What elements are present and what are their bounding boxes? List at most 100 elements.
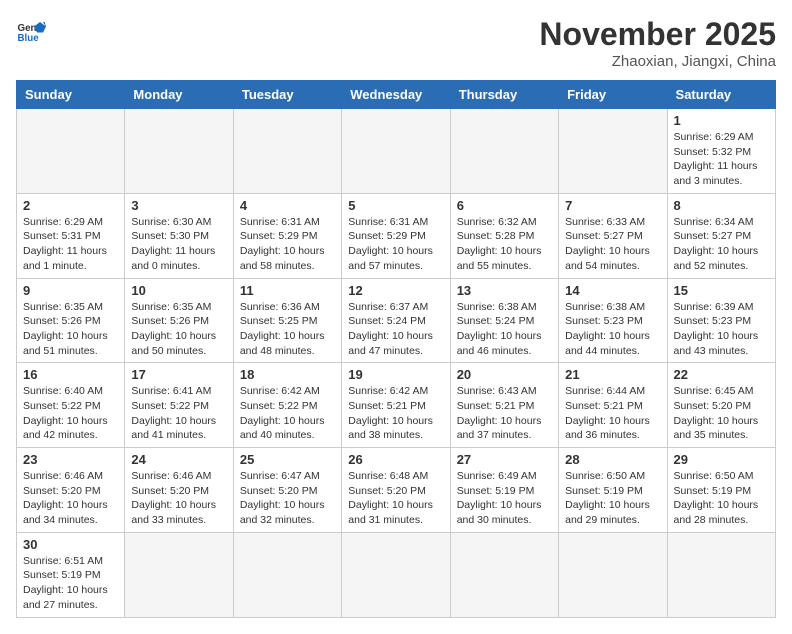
calendar-cell: 18 Sunrise: 6:42 AM Sunset: 5:22 PM Dayli…: [233, 363, 341, 448]
day-info: Sunrise: 6:31 AM Sunset: 5:29 PM Dayligh…: [348, 215, 443, 274]
calendar-cell: 20 Sunrise: 6:43 AM Sunset: 5:21 PM Dayli…: [450, 363, 558, 448]
day-number: 16: [23, 367, 118, 382]
day-info: Sunrise: 6:31 AM Sunset: 5:29 PM Dayligh…: [240, 215, 335, 274]
weekday-header-sunday: Sunday: [17, 81, 125, 109]
calendar-cell: [17, 109, 125, 194]
week-row-3: 9 Sunrise: 6:35 AM Sunset: 5:26 PM Daylig…: [17, 278, 776, 363]
day-number: 5: [348, 198, 443, 213]
day-number: 2: [23, 198, 118, 213]
calendar-cell: 4 Sunrise: 6:31 AM Sunset: 5:29 PM Daylig…: [233, 193, 341, 278]
day-info: Sunrise: 6:47 AM Sunset: 5:20 PM Dayligh…: [240, 469, 335, 528]
logo: General Blue: [16, 16, 46, 46]
day-info: Sunrise: 6:46 AM Sunset: 5:20 PM Dayligh…: [23, 469, 118, 528]
calendar-cell: 17 Sunrise: 6:41 AM Sunset: 5:22 PM Dayli…: [125, 363, 233, 448]
calendar-cell: [125, 532, 233, 617]
weekday-header-wednesday: Wednesday: [342, 81, 450, 109]
week-row-1: 1 Sunrise: 6:29 AM Sunset: 5:32 PM Daylig…: [17, 109, 776, 194]
day-info: Sunrise: 6:44 AM Sunset: 5:21 PM Dayligh…: [565, 384, 660, 443]
day-info: Sunrise: 6:30 AM Sunset: 5:30 PM Dayligh…: [131, 215, 226, 274]
page-header: General Blue November 2025 Zhaoxian, Jia…: [16, 16, 776, 70]
day-number: 12: [348, 283, 443, 298]
day-info: Sunrise: 6:42 AM Sunset: 5:22 PM Dayligh…: [240, 384, 335, 443]
day-number: 23: [23, 452, 118, 467]
logo-icon: General Blue: [16, 16, 46, 46]
calendar-cell: [559, 532, 667, 617]
day-info: Sunrise: 6:51 AM Sunset: 5:19 PM Dayligh…: [23, 554, 118, 613]
day-number: 22: [674, 367, 769, 382]
calendar-cell: [450, 532, 558, 617]
calendar-cell: 16Sunrise: 6:40 AM Sunset: 5:22 PM Dayli…: [17, 363, 125, 448]
calendar-cell: 1 Sunrise: 6:29 AM Sunset: 5:32 PM Daylig…: [667, 109, 775, 194]
day-info: Sunrise: 6:42 AM Sunset: 5:21 PM Dayligh…: [348, 384, 443, 443]
day-number: 25: [240, 452, 335, 467]
day-number: 29: [674, 452, 769, 467]
day-number: 28: [565, 452, 660, 467]
title-area: November 2025 Zhaoxian, Jiangxi, China: [539, 16, 776, 70]
calendar-cell: 14 Sunrise: 6:38 AM Sunset: 5:23 PM Dayli…: [559, 278, 667, 363]
week-row-5: 23 Sunrise: 6:46 AM Sunset: 5:20 PM Dayli…: [17, 448, 776, 533]
calendar-cell: 25 Sunrise: 6:47 AM Sunset: 5:20 PM Dayli…: [233, 448, 341, 533]
day-number: 21: [565, 367, 660, 382]
day-number: 1: [674, 113, 769, 128]
calendar-cell: 27 Sunrise: 6:49 AM Sunset: 5:19 PM Dayli…: [450, 448, 558, 533]
calendar-cell: 24Sunrise: 6:46 AM Sunset: 5:20 PM Dayli…: [125, 448, 233, 533]
day-number: 15: [674, 283, 769, 298]
calendar-cell: [559, 109, 667, 194]
day-info: Sunrise: 6:43 AM Sunset: 5:21 PM Dayligh…: [457, 384, 552, 443]
day-number: 20: [457, 367, 552, 382]
calendar-cell: [125, 109, 233, 194]
calendar-cell: 11 Sunrise: 6:36 AM Sunset: 5:25 PM Dayli…: [233, 278, 341, 363]
day-info: Sunrise: 6:38 AM Sunset: 5:23 PM Dayligh…: [565, 300, 660, 359]
day-info: Sunrise: 6:29 AM Sunset: 5:32 PM Dayligh…: [674, 130, 769, 189]
calendar-table: SundayMondayTuesdayWednesdayThursdayFrid…: [16, 80, 776, 618]
weekday-header-friday: Friday: [559, 81, 667, 109]
calendar-cell: 26 Sunrise: 6:48 AM Sunset: 5:20 PM Dayli…: [342, 448, 450, 533]
day-number: 17: [131, 367, 226, 382]
day-info: Sunrise: 6:49 AM Sunset: 5:19 PM Dayligh…: [457, 469, 552, 528]
day-number: 13: [457, 283, 552, 298]
day-number: 9: [23, 283, 118, 298]
calendar-cell: 9 Sunrise: 6:35 AM Sunset: 5:26 PM Daylig…: [17, 278, 125, 363]
day-info: Sunrise: 6:29 AM Sunset: 5:31 PM Dayligh…: [23, 215, 118, 274]
day-info: Sunrise: 6:35 AM Sunset: 5:26 PM Dayligh…: [23, 300, 118, 359]
week-row-6: 30Sunrise: 6:51 AM Sunset: 5:19 PM Dayli…: [17, 532, 776, 617]
calendar-cell: 13 Sunrise: 6:38 AM Sunset: 5:24 PM Dayli…: [450, 278, 558, 363]
day-number: 14: [565, 283, 660, 298]
week-row-2: 2 Sunrise: 6:29 AM Sunset: 5:31 PM Daylig…: [17, 193, 776, 278]
weekday-header-row: SundayMondayTuesdayWednesdayThursdayFrid…: [17, 81, 776, 109]
calendar-cell: 6 Sunrise: 6:32 AM Sunset: 5:28 PM Daylig…: [450, 193, 558, 278]
day-info: Sunrise: 6:35 AM Sunset: 5:26 PM Dayligh…: [131, 300, 226, 359]
calendar-cell: 19 Sunrise: 6:42 AM Sunset: 5:21 PM Dayli…: [342, 363, 450, 448]
day-info: Sunrise: 6:36 AM Sunset: 5:25 PM Dayligh…: [240, 300, 335, 359]
calendar-cell: 8Sunrise: 6:34 AM Sunset: 5:27 PM Daylig…: [667, 193, 775, 278]
day-number: 8: [674, 198, 769, 213]
day-number: 3: [131, 198, 226, 213]
day-number: 11: [240, 283, 335, 298]
calendar-cell: 3 Sunrise: 6:30 AM Sunset: 5:30 PM Daylig…: [125, 193, 233, 278]
calendar-cell: [342, 532, 450, 617]
calendar-cell: 10Sunrise: 6:35 AM Sunset: 5:26 PM Dayli…: [125, 278, 233, 363]
day-number: 7: [565, 198, 660, 213]
day-info: Sunrise: 6:32 AM Sunset: 5:28 PM Dayligh…: [457, 215, 552, 274]
calendar-cell: 15 Sunrise: 6:39 AM Sunset: 5:23 PM Dayli…: [667, 278, 775, 363]
calendar-cell: [233, 532, 341, 617]
day-info: Sunrise: 6:50 AM Sunset: 5:19 PM Dayligh…: [674, 469, 769, 528]
day-number: 19: [348, 367, 443, 382]
day-info: Sunrise: 6:33 AM Sunset: 5:27 PM Dayligh…: [565, 215, 660, 274]
day-number: 26: [348, 452, 443, 467]
location-title: Zhaoxian, Jiangxi, China: [539, 53, 776, 70]
day-number: 6: [457, 198, 552, 213]
day-info: Sunrise: 6:48 AM Sunset: 5:20 PM Dayligh…: [348, 469, 443, 528]
calendar-cell: [233, 109, 341, 194]
calendar-cell: [342, 109, 450, 194]
day-number: 27: [457, 452, 552, 467]
day-number: 4: [240, 198, 335, 213]
calendar-cell: 2 Sunrise: 6:29 AM Sunset: 5:31 PM Daylig…: [17, 193, 125, 278]
day-number: 18: [240, 367, 335, 382]
day-info: Sunrise: 6:39 AM Sunset: 5:23 PM Dayligh…: [674, 300, 769, 359]
day-info: Sunrise: 6:41 AM Sunset: 5:22 PM Dayligh…: [131, 384, 226, 443]
day-info: Sunrise: 6:38 AM Sunset: 5:24 PM Dayligh…: [457, 300, 552, 359]
week-row-4: 16Sunrise: 6:40 AM Sunset: 5:22 PM Dayli…: [17, 363, 776, 448]
day-number: 24: [131, 452, 226, 467]
weekday-header-tuesday: Tuesday: [233, 81, 341, 109]
